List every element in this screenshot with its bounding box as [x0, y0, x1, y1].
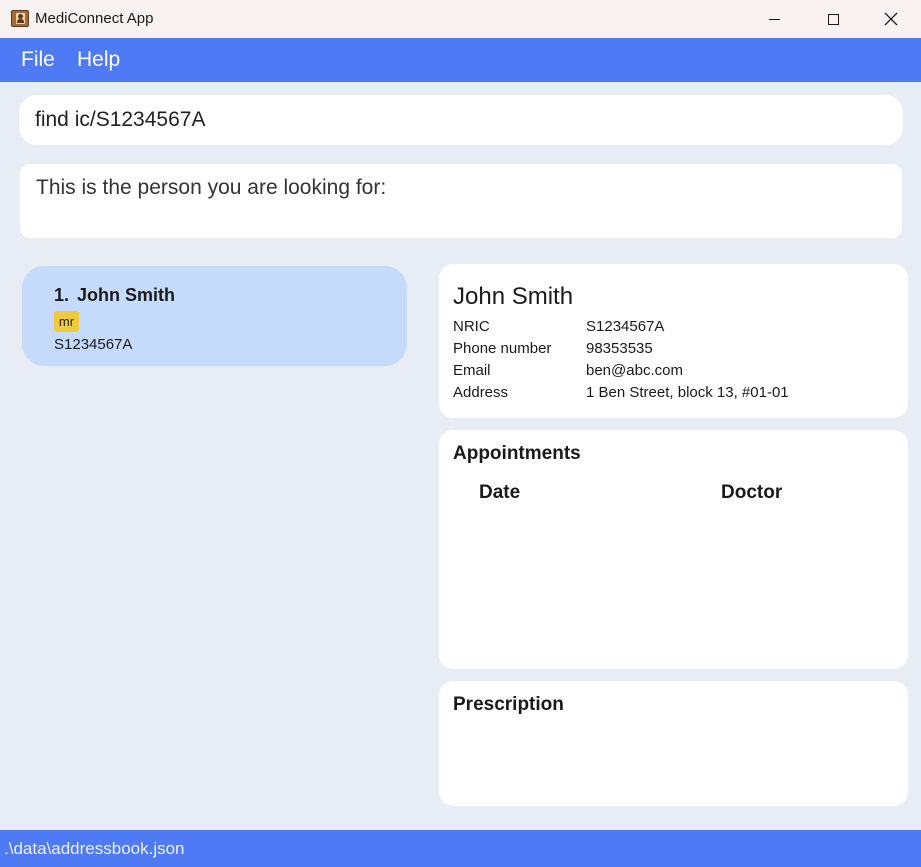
status-bar: .\data\addressbook.json: [0, 830, 921, 867]
menu-bar: File Help: [0, 38, 921, 82]
person-list-item[interactable]: 1. John Smith mr S1234567A: [22, 266, 407, 366]
data-file-path: .\data\addressbook.json: [4, 839, 185, 858]
title-bar: MediConnect App: [0, 0, 921, 38]
command-box: [19, 95, 903, 145]
details-name: John Smith: [453, 283, 574, 310]
result-message: This is the person you are looking for:: [36, 176, 387, 199]
close-button[interactable]: [862, 0, 920, 38]
appointments-panel: Appointments Date Doctor: [439, 430, 908, 669]
minimize-icon: [768, 18, 780, 20]
detail-label: NRIC: [453, 318, 490, 335]
prescription-panel: Prescription: [439, 681, 908, 806]
maximize-button[interactable]: [804, 0, 862, 38]
person-details-panel: John Smith NRIC S1234567A Phone number 9…: [439, 264, 908, 418]
person-nric: S1234567A: [54, 336, 133, 353]
person-card-name-line: 1. John Smith: [54, 285, 175, 306]
result-display: This is the person you are looking for:: [20, 164, 902, 238]
detail-label: Address: [453, 384, 509, 401]
command-input[interactable]: [35, 107, 885, 133]
column-header-date[interactable]: Date: [479, 482, 520, 504]
tag-badge: mr: [54, 311, 79, 332]
contacts-app-icon: [11, 10, 29, 27]
close-icon: [884, 12, 898, 26]
menu-file[interactable]: File: [21, 48, 55, 72]
person-name: John Smith: [77, 285, 176, 305]
detail-value: 98353535: [586, 340, 653, 357]
window-title: MediConnect App: [35, 10, 154, 27]
appointments-title: Appointments: [453, 443, 581, 464]
minimize-button[interactable]: [745, 0, 803, 38]
detail-value: S1234567A: [586, 318, 665, 335]
maximize-icon: [827, 13, 839, 25]
detail-value: 1 Ben Street, block 13, #01-01: [586, 384, 789, 401]
prescription-title: Prescription: [453, 694, 564, 715]
main-window: MediConnect App File Help This is the pe…: [0, 0, 921, 867]
detail-label: Phone number: [453, 340, 552, 357]
detail-label: Email: [453, 362, 491, 379]
column-header-doctor[interactable]: Doctor: [721, 482, 782, 504]
menu-help[interactable]: Help: [77, 48, 120, 72]
person-index: 1.: [54, 285, 70, 305]
detail-value: ben@abc.com: [586, 362, 683, 379]
